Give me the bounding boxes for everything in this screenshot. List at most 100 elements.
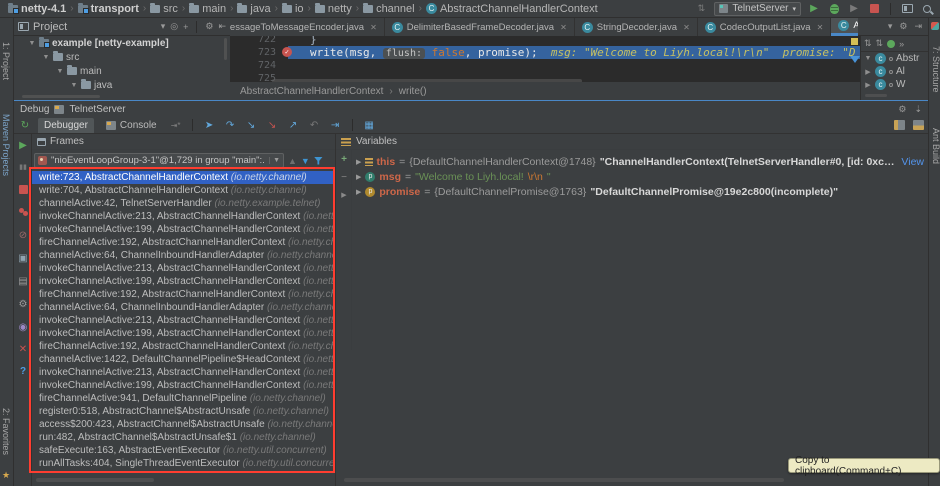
run-configuration-select[interactable]: TelnetServer ▾ (714, 1, 801, 16)
frame-row[interactable]: channelActive:64, ChannelInboundHandlerA… (32, 301, 335, 314)
hidden-tabs-chevron-icon[interactable]: ▾ (888, 21, 893, 32)
tab-DelimiterBasedFrameDecoder.java[interactable]: C DelimiterBasedFrameDecoder.java ✕ (385, 18, 575, 36)
expand-arrow-icon[interactable]: ▼ (42, 54, 50, 61)
stop-icon[interactable] (16, 182, 30, 196)
frame-row[interactable]: fireChannelActive:192, AbstractChannelHa… (32, 236, 335, 249)
frame-row[interactable]: invokeChannelActive:213, AbstractChannel… (32, 262, 335, 275)
expand-arrow-icon[interactable]: ▼ (70, 82, 78, 89)
frame-row[interactable]: channelActive:1422, DefaultChannelPipeli… (32, 353, 335, 366)
line-number[interactable]: 722 (230, 36, 288, 46)
expand-arrow-icon[interactable]: ▶ (356, 158, 361, 166)
tab-console[interactable]: Console (100, 118, 163, 133)
stop-button[interactable] (867, 2, 881, 16)
close-icon[interactable]: ✕ (817, 23, 824, 32)
hide-panel-icon[interactable]: ⇤ (218, 21, 226, 32)
sidebar-tab-favorites[interactable]: 2: Favorites (1, 408, 11, 455)
console-view-icon[interactable]: ▤ (16, 274, 30, 288)
tab-MessageToMessageEncoder.java[interactable]: CMessageToMessageEncoder.java✕ (230, 18, 385, 36)
close-icon[interactable]: ✕ (683, 23, 690, 32)
expand-arrow-icon[interactable]: ▶ (864, 68, 872, 76)
sidebar-tab-structure[interactable]: 7: Structure (931, 46, 940, 93)
settings-gear-icon[interactable]: ⚙ (898, 104, 906, 115)
error-stripe-warning-mark[interactable] (851, 38, 858, 45)
frame-row[interactable]: access$200:423, AbstractChannel$Abstract… (32, 418, 335, 431)
pause-icon[interactable]: ▮▮ (16, 160, 30, 174)
expand-arrow-icon[interactable]: ▼ (864, 55, 872, 62)
previous-frame-icon[interactable]: ▲ (288, 156, 297, 166)
frame-row[interactable]: register0:518, AbstractChannel$AbstractU… (32, 405, 335, 418)
sort-visibility-icon[interactable]: ⇅ (876, 38, 884, 49)
breadcrumb-item-transport[interactable]: transport (77, 2, 139, 15)
breadcrumb-item-netty[interactable]: netty (314, 2, 352, 15)
frame-row[interactable]: runAllTasks:404, SingleThreadEventExecut… (32, 457, 335, 470)
project-scrollbar-vertical[interactable] (224, 38, 227, 60)
step-out-icon[interactable]: ↗ (286, 120, 301, 131)
settings-gear-icon[interactable]: ⚙ (205, 21, 213, 32)
mute-breakpoints-icon[interactable]: ⊘ (16, 228, 30, 242)
locate-icon[interactable]: ◎ (170, 21, 178, 32)
force-step-into-icon[interactable]: ↘ (265, 120, 280, 131)
variables-scrollbar-horizontal[interactable] (344, 478, 784, 482)
notification-icon[interactable] (931, 22, 939, 30)
breadcrumb-class[interactable]: AbstractChannelHandlerContext (240, 86, 383, 97)
frame-row[interactable]: invokeChannelActive:213, AbstractChannel… (32, 314, 335, 327)
sidebar-tab-maven-projects[interactable]: Maven Projects (1, 114, 11, 176)
drop-frame-icon[interactable]: ↶ (307, 120, 322, 131)
run-button[interactable]: ▶ (807, 2, 821, 16)
frame-row[interactable]: invokeChannelActive:199, AbstractChannel… (32, 327, 335, 340)
close-icon[interactable]: ✕ (16, 342, 30, 356)
frames-scrollbar-horizontal[interactable] (36, 478, 154, 482)
add-watch-icon[interactable]: + (337, 152, 351, 166)
close-icon[interactable]: ✕ (560, 23, 567, 32)
show-execution-point-icon[interactable]: ➤ (202, 120, 217, 131)
sidebar-tab-ant-build[interactable]: Ant Build (931, 128, 940, 164)
frame-row[interactable]: channelActive:64, ChannelInboundHandlerA… (32, 249, 335, 262)
tab-debugger[interactable]: Debugger (38, 117, 94, 133)
view-link[interactable]: View (901, 156, 924, 168)
pin-tab-icon[interactable]: ⇥* (169, 118, 183, 132)
frame-row[interactable]: fireChannelActive:941, DefaultChannelPip… (32, 392, 335, 405)
code-editor[interactable]: 722 } 723 ✓ write(msg, flush: false, pro… (230, 36, 860, 82)
help-icon[interactable]: ? (16, 364, 30, 378)
more-icon[interactable]: » (899, 39, 904, 49)
sort-alpha-icon[interactable]: ⇅ (864, 38, 872, 49)
restore-layout-icon[interactable] (913, 120, 924, 130)
breadcrumb-item-AbstractChannelHandlerContext[interactable]: C AbstractChannelHandlerContext (425, 3, 598, 15)
frame-row[interactable]: invokeChannelActive:199, AbstractChannel… (32, 275, 335, 288)
frame-row[interactable]: invokeChannelActive:213, AbstractChannel… (32, 366, 335, 379)
line-number[interactable]: 724 (230, 59, 288, 72)
frame-row[interactable]: fireChannelActive:192, AbstractChannelHa… (32, 340, 335, 353)
tree-item-main[interactable]: ▼ main (14, 64, 230, 78)
tree-item-src[interactable]: ▼ src (14, 50, 230, 64)
debug-button[interactable] (827, 2, 841, 16)
frame-row[interactable]: channelActive:42, TelnetServerHandler (i… (32, 197, 335, 210)
collapse-all-icon[interactable]: + (183, 22, 188, 32)
structure-item-Al[interactable]: ▶ c Al (861, 65, 928, 78)
remove-watch-icon[interactable]: − (337, 170, 351, 184)
toolbar-toggle-icon[interactable]: ⇅ (694, 2, 708, 16)
close-icon[interactable]: ✕ (370, 23, 377, 32)
structure-item-W[interactable]: ▶ c W (861, 78, 928, 91)
expand-arrow-icon[interactable]: ▶ (356, 188, 361, 196)
frame-row[interactable]: safeExecute:163, AbstractEventExecutor (… (32, 444, 335, 457)
sidebar-tab-project[interactable]: 1: Project (1, 42, 11, 80)
run-with-coverage-button[interactable]: ▶ (847, 2, 861, 16)
tab-CodecOutputList.java[interactable]: C CodecOutputList.java ✕ (698, 18, 832, 36)
breadcrumb-item-java[interactable]: java (237, 2, 271, 15)
variable-row-promise[interactable]: ▶ p promise = {DefaultChannelPromise@176… (356, 184, 924, 199)
breadcrumb-item-src[interactable]: src (150, 2, 178, 15)
error-stripe-execution-mark[interactable] (850, 56, 860, 63)
tree-item-example [netty-example][interactable]: ▼ example [netty-example] (14, 36, 230, 50)
search-everywhere-button[interactable] (920, 2, 934, 16)
tree-item-java[interactable]: ▼ java (14, 78, 230, 92)
thread-dump-camera-icon[interactable]: ▣ (16, 251, 30, 265)
breakpoint-verified-icon[interactable]: ✓ (282, 47, 292, 57)
breadcrumb-method[interactable]: write() (399, 86, 427, 97)
expand-arrow-icon[interactable]: ▶ (864, 81, 872, 89)
settings-gear-icon[interactable]: ⚙ (16, 297, 30, 311)
next-frame-icon[interactable]: ▼ (301, 156, 310, 166)
frame-row[interactable]: invokeChannelActive:199, AbstractChannel… (32, 379, 335, 392)
hide-window-icon[interactable]: ⇣ (914, 104, 922, 115)
breadcrumb-item-io[interactable]: io (281, 2, 304, 15)
run-to-cursor-icon[interactable]: ⇥ (328, 120, 343, 131)
